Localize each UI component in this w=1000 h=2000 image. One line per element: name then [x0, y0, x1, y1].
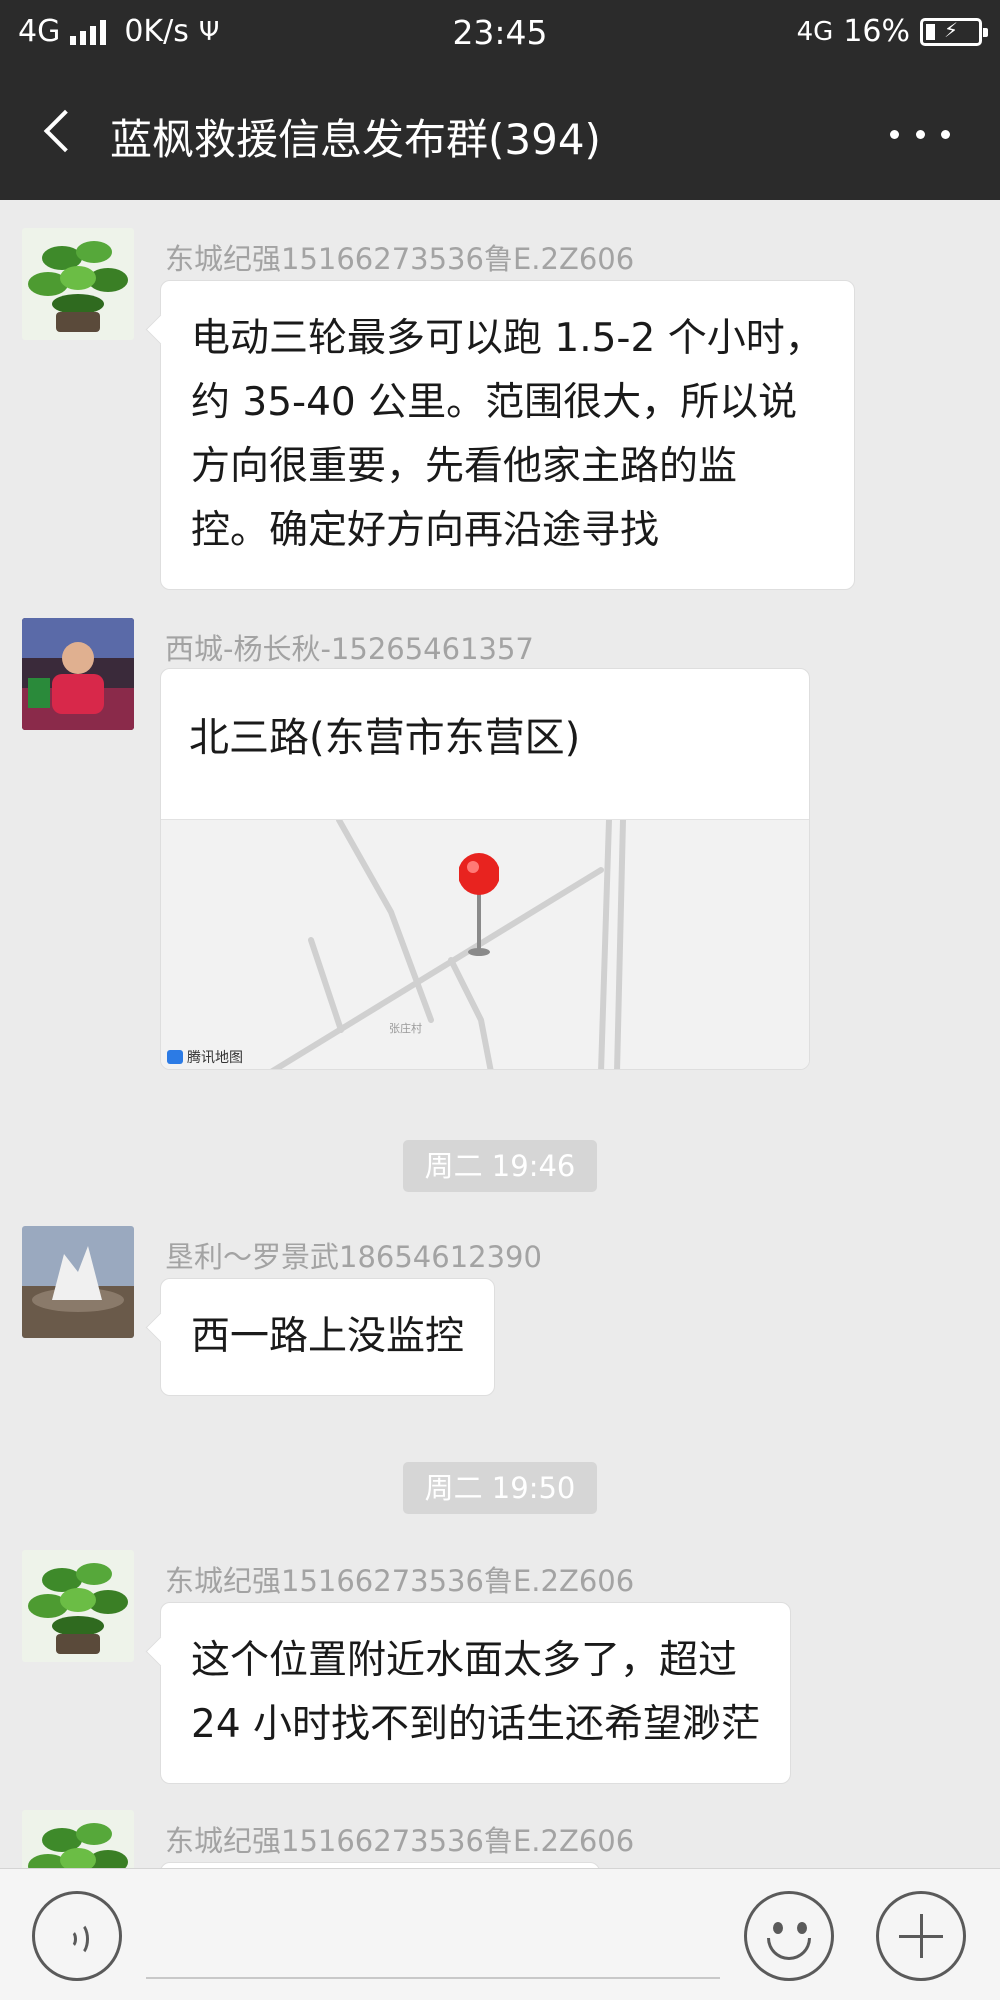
avatar[interactable] — [22, 1810, 134, 1868]
battery-percent: 16% — [843, 14, 910, 49]
sender-name: 西城-杨长秋-15265461357 — [165, 632, 534, 666]
sender-name: 东城纪强15166273536鲁E.2Z606 — [165, 1824, 635, 1858]
location-card[interactable]: 北三路(东营市东营区) 张庄村 腾讯地图 — [160, 668, 810, 1070]
input-bar — [0, 1868, 1000, 2000]
chat-area[interactable]: 东城纪强15166273536鲁E.2Z606 电动三轮最多可以跑 1.5-2 … — [0, 200, 1000, 1868]
map-brand: 腾讯地图 — [167, 1047, 243, 1067]
message-bubble[interactable]: 这个位置附近水面太多了，超过 24 小时找不到的话生还希望渺茫 — [160, 1602, 792, 1784]
emoji-mouth — [767, 1938, 811, 1960]
avatar[interactable] — [22, 228, 134, 340]
voice-icon[interactable] — [32, 1891, 122, 1981]
battery-icon: ⚡ — [920, 17, 988, 46]
map-logo-icon — [167, 1050, 183, 1064]
chat-title: 蓝枫救援信息发布群(394) — [110, 115, 601, 164]
message-line: 西一路上没监控 — [191, 1314, 465, 1359]
back-arrow-icon[interactable] — [34, 104, 90, 160]
message-line: 这个位置附近水面太多了，超过 — [191, 1638, 738, 1683]
message-bubble[interactable]: 西一路上没监控 — [160, 1278, 496, 1396]
plus-icon[interactable] — [876, 1891, 966, 1981]
network-type-right: 4G — [796, 16, 834, 47]
more-dots-icon[interactable] — [890, 114, 950, 154]
map-brand-label: 腾讯地图 — [187, 1050, 243, 1066]
message-line: 24 小时找不到的话生还希望渺茫 — [191, 1702, 761, 1747]
message-bubble[interactable]: 电动三轮最多可以跑 1.5-2 个小时， 约 35-40 公里。范围很大，所以说… — [160, 280, 855, 590]
time-divider: 周二 19:46 — [403, 1140, 597, 1192]
message-line: 方向很重要，先看他家主路的监 — [191, 444, 738, 489]
emoji-eye — [797, 1922, 807, 1934]
map-pin-icon — [459, 853, 499, 956]
status-bar: 4G 0K/s Ψ 23:45 4G 16% ⚡ — [0, 0, 1000, 66]
avatar[interactable] — [22, 1226, 134, 1338]
avatar[interactable] — [22, 1550, 134, 1662]
emoji-eye — [773, 1922, 783, 1934]
voice-wave — [69, 1922, 89, 1956]
avatar[interactable] — [22, 618, 134, 730]
emoji-icon[interactable] — [744, 1891, 834, 1981]
sender-name: 东城纪强15166273536鲁E.2Z606 — [165, 1564, 635, 1598]
location-map[interactable]: 张庄村 腾讯地图 — [161, 819, 809, 1069]
sender-name: 垦利～罗景武18654612390 — [165, 1240, 542, 1274]
message-input[interactable] — [146, 1977, 720, 1979]
message-line: 电动三轮最多可以跑 1.5-2 个小时， — [191, 316, 824, 361]
sender-name: 东城纪强15166273536鲁E.2Z606 — [165, 242, 635, 276]
location-title: 北三路(东营市东营区) — [189, 715, 581, 761]
status-right: 4G 16% ⚡ — [796, 14, 988, 49]
title-bar: 蓝枫救援信息发布群(394) — [0, 66, 1000, 200]
time-divider: 周二 19:50 — [403, 1462, 597, 1514]
message-line: 约 35-40 公里。范围很大，所以说 — [191, 380, 798, 425]
message-line: 控。确定好方向再沿途寻找 — [191, 508, 660, 553]
map-place-label: 张庄村 — [389, 1022, 422, 1035]
